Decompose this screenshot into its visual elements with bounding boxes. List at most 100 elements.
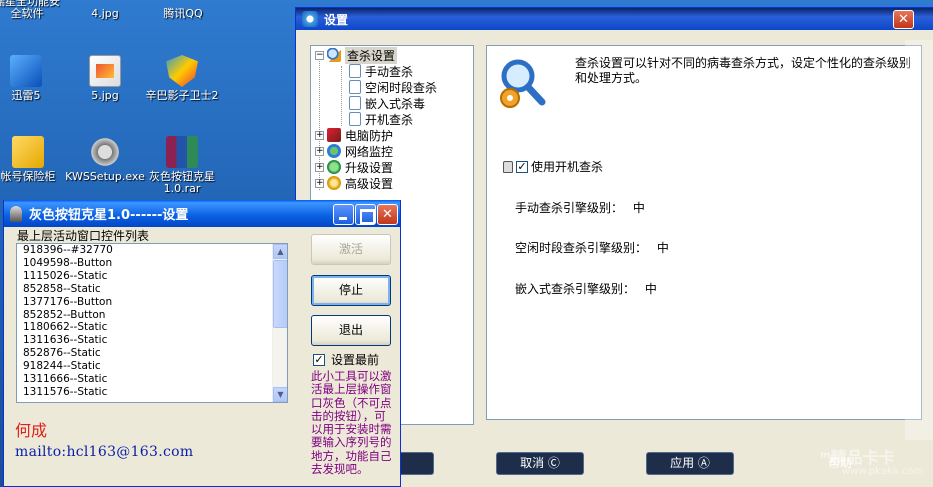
settings-titlebar[interactable]: 设置 [296,8,933,30]
desktop-icon-5jpg[interactable]: 5.jpg [65,55,145,102]
scroll-thumb[interactable] [273,260,287,328]
stop-button[interactable]: 停止 [311,275,391,306]
settings-description: 查杀设置可以针对不同的病毒查杀方式，设定个性化的查杀级别和处理方式。 [575,56,912,85]
author-name: 何成 [15,421,48,440]
page-icon [349,112,361,126]
tree-item-network-monitor[interactable]: + 网络监控 [315,143,393,159]
maximize-button[interactable] [355,204,376,225]
settings-title-text: 设置 [324,12,349,27]
desktop-icon-rar[interactable]: 灰色按钮克星1.0.rar [142,136,222,195]
desktop-icon-shield[interactable]: 辛巴影子卫士2 [142,55,222,102]
topmost-checkbox[interactable]: ✓ [313,353,325,366]
tree-item-embedded-scan[interactable]: 嵌入式杀毒 [349,95,425,111]
advanced-icon [327,176,341,190]
desktop-icon-thunder[interactable]: 迅雷5 [0,55,66,102]
list-item[interactable]: 852852--Button [17,309,287,322]
scroll-up-arrow-icon[interactable]: ▲ [273,244,287,259]
list-item[interactable]: 918396--#32770 [17,244,287,257]
tree-item-scan-settings[interactable]: − 查杀设置 [315,46,398,64]
upgrade-icon [327,160,341,174]
tool-note: 此小工具可以激活最上层操作窗口灰色（不可点击的按钮），可以用于安装时需要输入序列… [311,369,392,477]
manual-level-value[interactable]: 中 [633,201,645,215]
shield-icon [166,55,198,87]
desktop-icon-label: 腾讯QQ [163,7,203,20]
list-item[interactable]: 918244--Static [17,360,287,373]
embedded-level-label: 嵌入式查杀引擎级别： [515,282,636,296]
embedded-level-value[interactable]: 中 [645,282,657,296]
tree-item-advanced[interactable]: + 高级设置 [315,175,393,191]
list-item[interactable]: 852876--Static [17,347,287,360]
minimize-button[interactable] [333,204,354,225]
safe-icon [12,136,44,168]
idle-level-value[interactable]: 中 [657,241,669,255]
list-item[interactable]: 852858--Static [17,283,287,296]
scroll-down-arrow-icon[interactable]: ▼ [273,387,287,402]
desktop-icon-qq[interactable]: 腾讯QQ [143,0,223,20]
tree-item-manual-scan[interactable]: 手动查杀 [349,63,413,79]
scan-icon [327,48,341,62]
settings-app-icon [302,11,318,27]
desktop-icon-label: KWSSetup.exe [65,170,145,183]
page-icon [349,64,361,78]
network-icon [327,144,341,158]
tool-app-icon [10,205,22,222]
list-item[interactable]: 1377176--Button [17,296,287,309]
desktop-icon-label: 瑞星全功能安全软件 [0,0,60,20]
expand-icon[interactable]: + [315,130,324,140]
desktop-icon-label: 辛巴影子卫士2 [145,89,219,102]
screen-glare [905,40,933,440]
lock-icon [503,160,513,173]
desktop-icon-label: 迅雷5 [11,89,41,102]
list-item[interactable]: 1311576--Static [17,386,287,399]
control-list-label: 最上层活动窗口控件列表 [16,227,151,244]
expand-icon[interactable]: + [315,146,324,156]
thunder-icon [10,55,42,87]
tree-item-pc-protection[interactable]: + 电脑防护 [315,127,393,143]
manual-level-row: 手动查杀引擎级别： 中 [515,199,645,216]
desktop-icon-label: 帐号保险柜 [0,170,56,183]
desktop-icon-4jpg[interactable]: 4.jpg [65,0,145,20]
tree-item-boot-scan[interactable]: 开机查杀 [349,111,413,127]
idle-level-label: 空闲时段查杀引擎级别： [515,241,648,255]
tool-window: 灰色按钮克星1.0------设置 ✕ 最上层活动窗口控件列表 918396--… [3,200,401,487]
desktop-icon-label: 4.jpg [91,7,119,20]
desktop-icon-safe[interactable]: 帐号保险柜 [0,136,68,183]
list-items: 918396--#32770 1049598--Button 1115026--… [17,244,287,399]
embedded-level-row: 嵌入式查杀引擎级别： 中 [515,280,657,297]
exit-button[interactable]: 退出 [311,315,391,346]
manual-level-label: 手动查杀引擎级别： [515,201,624,215]
list-item[interactable]: 1115026--Static [17,270,287,283]
tree-item-idle-scan[interactable]: 空闲时段查杀 [349,79,437,95]
expand-icon[interactable]: + [315,178,324,188]
activate-button[interactable]: 激活 [311,234,391,265]
desktop-icon-label: 灰色按钮克星1.0.rar [149,170,215,195]
desktop-icon-kws[interactable]: KWSSetup.exe [65,136,145,183]
list-item[interactable]: 1180662--Static [17,321,287,334]
watermark-brand: ᵐ精品卡卡 [820,448,895,467]
page-icon [349,96,361,110]
control-listbox[interactable]: 918396--#32770 1049598--Button 1115026--… [16,243,288,403]
rar-icon [166,136,198,168]
list-item[interactable]: 1311666--Static [17,373,287,386]
settings-content-panel: 查杀设置可以针对不同的病毒查杀方式，设定个性化的查杀级别和处理方式。 ✓ 使用开… [486,45,922,420]
collapse-icon[interactable]: − [315,50,324,60]
boot-scan-checkbox[interactable]: ✓ [516,160,528,173]
image-file-icon [89,55,121,87]
list-item[interactable]: 1311636--Static [17,334,287,347]
settings-close-button[interactable]: ✕ [893,10,914,29]
desktop-icon-rising[interactable]: 瑞星全功能安全软件 [0,0,60,20]
tool-title-text: 灰色按钮克星1.0------设置 [29,208,189,223]
boot-scan-option[interactable]: ✓ 使用开机查杀 [503,158,603,175]
apply-button[interactable]: 应用 Ⓐ [646,452,734,475]
list-scrollbar[interactable]: ▲ ▼ [272,244,287,402]
setup-icon [89,136,121,168]
expand-icon[interactable]: + [315,162,324,172]
topmost-option[interactable]: ✓ 设置最前 [313,351,379,368]
cancel-button[interactable]: 取消 Ⓒ [496,452,584,475]
list-item[interactable]: 1049598--Button [17,257,287,270]
watermark-url: www.pkaka.com [842,466,924,477]
tool-close-button[interactable]: ✕ [377,204,398,225]
author-email-link[interactable]: mailto:hcl163@163.com [15,444,193,460]
tree-item-upgrade[interactable]: + 升级设置 [315,159,393,175]
pc-protection-icon [327,128,341,142]
